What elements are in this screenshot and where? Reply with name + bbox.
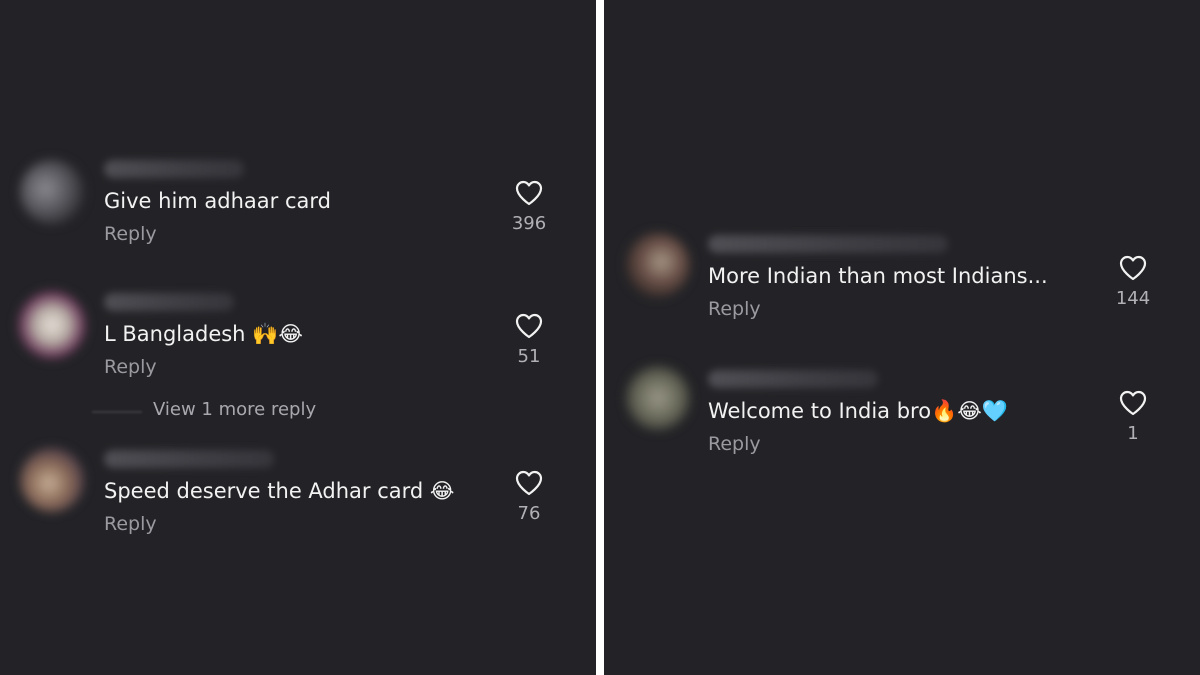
comment-text: Speed deserve the Adhar card 😂 bbox=[104, 479, 455, 503]
comment-text: More Indian than most Indians... bbox=[708, 264, 1048, 288]
comment-text: Give him adhaar card bbox=[104, 189, 331, 213]
right-comment-panel: More Indian than most Indians... Reply 1… bbox=[604, 0, 1200, 675]
like-count: 1 bbox=[1127, 423, 1139, 444]
comment-text: Welcome to India bro🔥😂🩵 bbox=[708, 399, 1008, 423]
username-blurred[interactable] bbox=[104, 160, 244, 178]
comment-item: L Bangladesh 🙌😂 Reply 51 bbox=[0, 283, 596, 393]
username-blurred[interactable] bbox=[708, 370, 878, 388]
comment-item: Welcome to India bro🔥😂🩵 Reply 1 bbox=[604, 360, 1200, 470]
like-count: 144 bbox=[1115, 288, 1151, 309]
avatar[interactable] bbox=[20, 160, 84, 224]
reply-button[interactable]: Reply bbox=[104, 222, 157, 246]
reply-button[interactable]: Reply bbox=[104, 512, 157, 536]
avatar[interactable] bbox=[626, 233, 690, 297]
avatar[interactable] bbox=[20, 448, 84, 512]
like-count: 396 bbox=[511, 213, 547, 234]
username-blurred[interactable] bbox=[104, 450, 274, 468]
avatar[interactable] bbox=[18, 291, 86, 359]
heart-outline-icon[interactable] bbox=[515, 180, 543, 206]
left-comment-panel: Give him adhaar card Reply 396 L Banglad… bbox=[0, 0, 596, 675]
view-more-replies-link[interactable]: View 1 more reply bbox=[153, 399, 316, 421]
reply-button[interactable]: Reply bbox=[708, 432, 761, 456]
reply-button[interactable]: Reply bbox=[104, 355, 157, 379]
like-count: 76 bbox=[517, 503, 541, 524]
avatar[interactable] bbox=[626, 366, 690, 430]
reply-button[interactable]: Reply bbox=[708, 297, 761, 321]
view-more-divider bbox=[92, 411, 142, 413]
heart-outline-icon[interactable] bbox=[515, 313, 543, 339]
comment-text: L Bangladesh 🙌😂 bbox=[104, 322, 303, 346]
comment-item: More Indian than most Indians... Reply 1… bbox=[604, 225, 1200, 335]
heart-outline-icon[interactable] bbox=[1119, 390, 1147, 416]
username-blurred[interactable] bbox=[104, 293, 234, 311]
heart-outline-icon[interactable] bbox=[515, 470, 543, 496]
username-blurred[interactable] bbox=[708, 235, 948, 253]
comment-item: Give him adhaar card Reply 396 bbox=[0, 150, 596, 260]
comment-item: Speed deserve the Adhar card 😂 Reply 76 bbox=[0, 440, 596, 550]
heart-outline-icon[interactable] bbox=[1119, 255, 1147, 281]
like-count: 51 bbox=[517, 346, 541, 367]
